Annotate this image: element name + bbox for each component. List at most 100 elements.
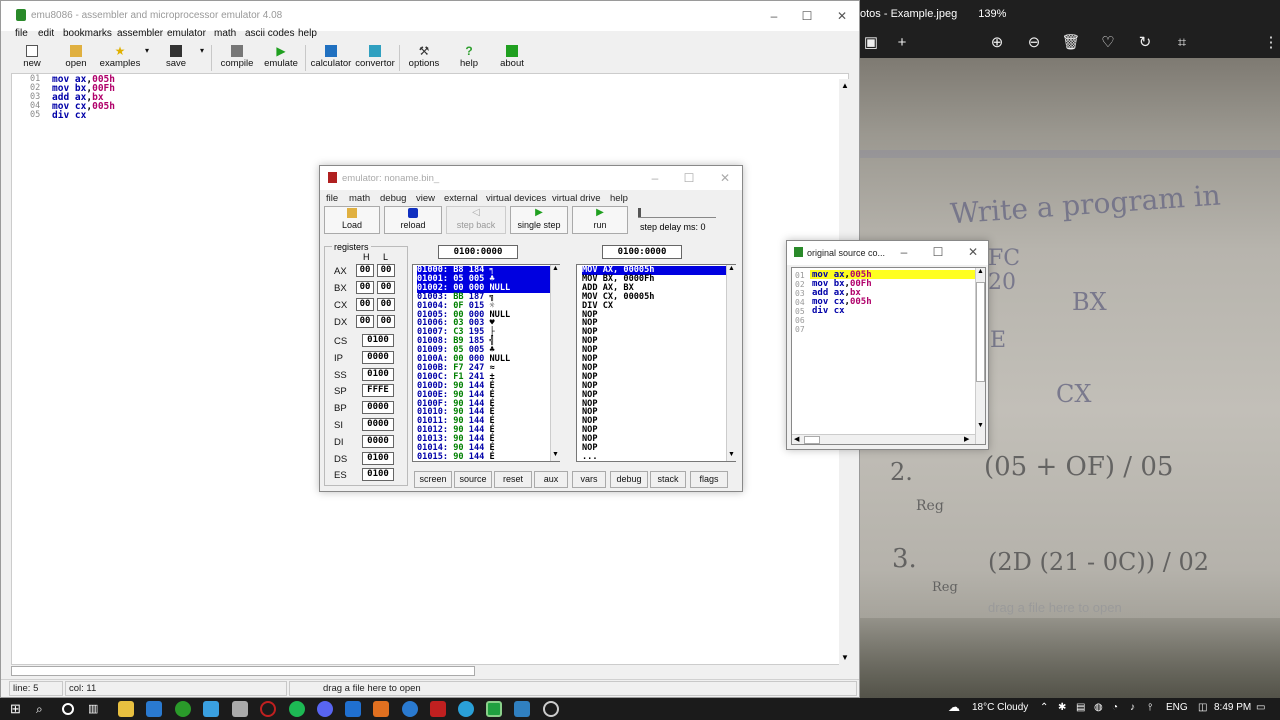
convertor-button[interactable]: convertor [354,45,396,69]
opera-icon[interactable] [260,701,276,717]
aux-button[interactable]: aux [534,471,568,488]
scroll-down-icon[interactable]: ▼ [841,653,849,662]
photos-icon[interactable] [514,701,530,717]
disassembly-row[interactable]: NOP [582,337,730,346]
run-button[interactable]: ▶ run [572,206,628,234]
save-dropdown[interactable]: ▾ [197,45,207,56]
heart-icon[interactable]: ♡ [1097,32,1119,54]
register-field[interactable]: 0000 [362,434,394,448]
scroll-down-icon[interactable]: ▼ [552,451,559,458]
register-field[interactable]: 0000 [362,418,394,431]
edge-icon[interactable] [402,701,418,717]
register-low-field[interactable]: 00 [377,264,395,277]
source-button[interactable]: source [454,471,492,488]
disassembly-row[interactable]: NOP [582,381,730,391]
register-field[interactable]: 0100 [362,451,394,465]
disassembly-row[interactable]: NOP [582,399,730,409]
step-delay-slider[interactable] [638,208,716,218]
close-icon[interactable]: ✕ [835,9,849,23]
disassembly-scrollbar[interactable]: ▲ ▼ [726,265,736,461]
source-vertical-scrollbar[interactable]: ▲ ▼ [975,268,985,444]
register-field[interactable]: 0000 [362,350,394,364]
flags-button[interactable]: flags [690,471,728,488]
disassembly-row[interactable]: NOP [582,363,730,373]
register-field[interactable]: 0000 [362,401,394,415]
scroll-right-icon[interactable]: ▶ [964,435,969,443]
disassembly-row[interactable]: NOP [582,408,730,417]
minimize-icon[interactable]: – [648,171,662,185]
register-high-field[interactable]: 00 [356,281,374,294]
reset-button[interactable]: reset [494,471,532,488]
compile-button[interactable]: compile [219,45,255,69]
register-low-field[interactable]: 00 [377,298,395,311]
maximize-icon[interactable]: ☐ [800,9,814,23]
scroll-left-icon[interactable]: ◀ [794,435,799,443]
maximize-icon[interactable]: ☐ [682,171,696,185]
tray-app-icon[interactable]: ◍ [1094,702,1103,713]
disassembly-row[interactable]: ... [582,452,730,461]
disassembly-row[interactable]: NOP [582,417,730,426]
menu-math[interactable]: math [214,28,236,39]
zoom-icon[interactable] [345,701,361,717]
register-low-field[interactable]: 00 [377,281,395,294]
examples-dropdown[interactable]: ▾ [142,45,152,56]
source-editor[interactable]: 01 mov ax,005h 02 mov bx,00Fh 03 add ax,bx 04 m… [791,267,986,445]
tray-icon[interactable]: ◫ [1198,702,1207,713]
microphone-icon[interactable]: ⫯ [1148,702,1152,713]
image-icon[interactable]: ▣ [860,32,882,54]
task-view-icon[interactable]: ▥ [88,701,104,717]
clock-icon[interactable] [543,701,559,717]
help-button[interactable]: ? help [456,45,482,69]
register-low-field[interactable]: 00 [377,315,395,328]
windows-start-icon[interactable]: ⊞ [10,701,26,717]
minimize-icon[interactable]: – [767,9,781,23]
step-back-button[interactable]: ◁ step back [446,206,506,234]
file-explorer-icon[interactable] [118,701,134,717]
plus-icon[interactable]: + [891,32,913,54]
volume-icon[interactable]: ♪ [1130,702,1135,713]
disassembly-row[interactable]: NOP [582,435,730,444]
disassembly-row[interactable]: NOP [582,390,730,400]
memory-scrollbar[interactable]: ▲ ▼ [550,265,560,461]
register-field[interactable]: 0100 [362,367,394,381]
disassembly-row[interactable]: NOP [582,444,730,453]
search-icon[interactable]: ⌕ [36,701,52,717]
screen-button[interactable]: screen [414,471,452,488]
language-indicator[interactable]: ENG [1166,702,1188,713]
zoom-out-icon[interactable]: ⊖ [1023,32,1045,54]
emu-menu-virtual-drive[interactable]: virtual drive [552,193,601,204]
disassembly-row[interactable]: DIV CX [582,301,730,311]
store-icon[interactable] [203,701,219,717]
single-step-button[interactable]: ▶ single step [510,206,568,234]
source-horizontal-scrollbar[interactable]: ◀ ▶ [792,434,975,444]
disassembly-list[interactable]: MOV AX, 00005h MOV BX, 0000Fh ADD AX, BX MO… [576,264,736,462]
register-high-field[interactable]: 00 [356,315,374,328]
emulate-button[interactable]: ▶ emulate [263,45,299,69]
disassembly-row[interactable]: NOP [582,346,730,355]
memory-list[interactable]: 01000: B8 184 ╕ 01001: 05 005 ♣ 01002: 00 … [412,264,560,462]
register-field[interactable]: 0100 [362,334,394,347]
menu-emulator[interactable]: emulator [167,28,206,39]
calculator-button[interactable]: calculator [310,45,352,69]
load-button[interactable]: Load [324,206,380,234]
reload-button[interactable]: reload [384,206,442,234]
emu8086-taskbar-icon[interactable] [486,701,502,717]
trash-icon[interactable]: 🗑 [1060,32,1082,54]
vars-button[interactable]: vars [572,471,606,488]
emu-menu-math[interactable]: math [349,193,370,204]
examples-button[interactable]: ★ examples [99,45,141,69]
tray-app-icon[interactable]: ▤ [1076,702,1085,713]
save-button[interactable]: save [163,45,189,69]
disassembly-row[interactable]: NOP [582,319,730,328]
about-button[interactable]: about [498,45,526,69]
minimize-icon[interactable]: – [897,245,911,259]
emu-menu-debug[interactable]: debug [380,193,406,204]
menu-help[interactable]: help [298,28,317,39]
disassembly-row[interactable]: NOP [582,355,730,364]
register-field[interactable]: FFFE [362,384,394,398]
disassembly-row[interactable]: NOP [582,310,730,320]
menu-file[interactable]: file [15,28,28,39]
debug-button[interactable]: debug [610,471,648,488]
emu-menu-help[interactable]: help [610,193,628,204]
discord-icon[interactable] [317,701,333,717]
